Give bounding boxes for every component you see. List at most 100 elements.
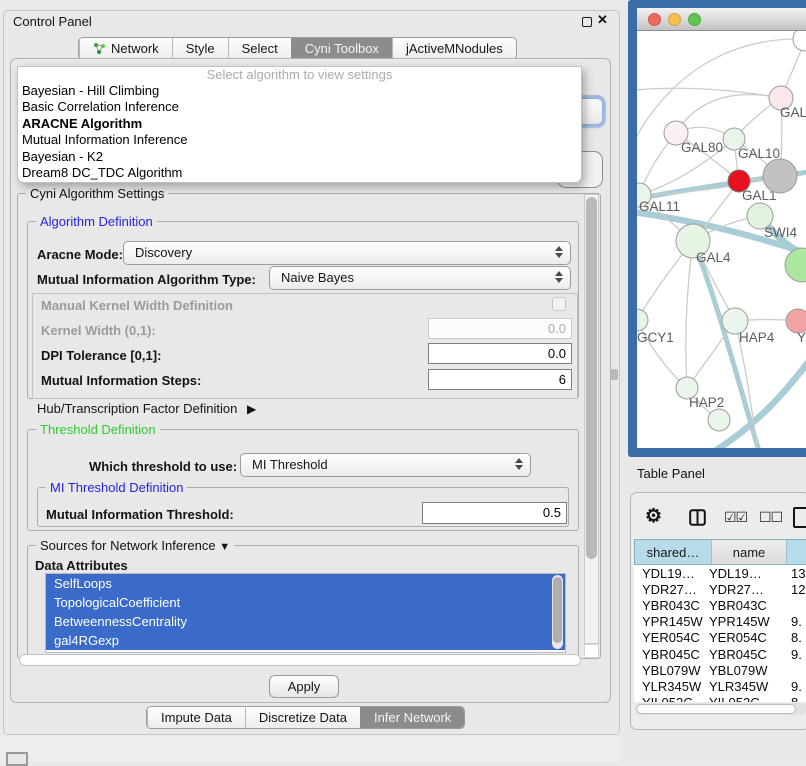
dpi-tolerance-field[interactable]: 0.0 [428, 343, 572, 364]
mi-threshold-field[interactable]: 0.5 [422, 502, 567, 524]
network-node[interactable] [763, 159, 797, 193]
algorithm-item[interactable]: ARACNE Algorithm [18, 116, 581, 132]
data-attributes-label: Data Attributes [35, 558, 128, 573]
cell-shared-name: YPR145W [642, 614, 709, 629]
cell-shared-name: YIL052C [642, 695, 709, 702]
columns-icon[interactable] [689, 509, 706, 531]
tab[interactable]: Network [79, 38, 172, 59]
float-icon[interactable] [582, 17, 592, 27]
scrollbar-corner [584, 644, 599, 658]
column-header[interactable] [787, 540, 806, 564]
column-header[interactable]: shared… [635, 540, 712, 564]
which-threshold-combo[interactable]: MI Threshold [240, 453, 531, 477]
checked-checkboxes-icon[interactable]: ☑☑ [724, 509, 747, 526]
cell-value: 9. [791, 614, 802, 629]
dock-icon[interactable] [6, 752, 28, 766]
list-item[interactable]: SelfLoops [46, 574, 565, 593]
table-panel-title: Table Panel [637, 466, 705, 481]
data-attributes-list[interactable]: SelfLoopsTopologicalCoefficientBetweenne… [45, 573, 566, 653]
tab[interactable]: Infer Network [360, 707, 464, 728]
cell-value: 9. [791, 679, 802, 694]
table-row[interactable]: YBR045C YBR045C 9. [634, 646, 806, 662]
cell-shared-name: YBR043C [642, 598, 709, 613]
tab-label: Impute Data [161, 710, 232, 725]
column-header[interactable]: name [712, 540, 787, 564]
tab[interactable]: jActiveMNodules [392, 38, 516, 59]
algorithm-item[interactable]: Bayesian - Hill Climbing [18, 83, 581, 99]
tab[interactable]: Style [172, 38, 228, 59]
node-label: Y [797, 330, 806, 345]
close-icon[interactable]: ✕ [597, 12, 608, 28]
network-node[interactable] [708, 409, 730, 431]
list-item[interactable]: BetweennessCentrality [46, 612, 565, 631]
tab[interactable]: Cyni Toolbox [291, 38, 392, 59]
network-icon [93, 42, 106, 55]
tab[interactable]: Discretize Data [245, 707, 360, 728]
cell-value: 8 [791, 695, 798, 702]
cell-name: YDR27… [709, 582, 791, 597]
node-label: HAP4 [739, 330, 775, 345]
cell-shared-name: YBL079W [642, 663, 709, 678]
sources-title-text: Sources for Network Inference [40, 538, 216, 553]
network-canvas[interactable]: GALGAL80GAL10GAL1GAL11SWI4GAL4GCY1HAP4YH… [637, 31, 806, 448]
network-view-window: GALGAL80GAL10GAL1GAL11SWI4GAL4GCY1HAP4YH… [628, 0, 806, 457]
node-label: GAL11 [639, 199, 680, 214]
window-close-button[interactable] [648, 13, 661, 26]
list-item[interactable]: gal4RGexp [46, 631, 565, 650]
table-horizontal-scrollbar[interactable] [635, 703, 806, 715]
table-row[interactable]: YDL19… YDL19… 13 [634, 565, 806, 581]
tab[interactable]: Impute Data [147, 707, 245, 728]
cell-value: 12 [791, 582, 805, 597]
apply-button[interactable]: Apply [269, 675, 339, 698]
hub-section-toggle[interactable]: Hub/Transcription Factor Definition ▶ [37, 401, 256, 416]
mi-type-combo[interactable]: Naive Bayes [269, 266, 571, 290]
node-label: GAL80 [681, 140, 723, 155]
sources-group-title[interactable]: Sources for Network Inference ▼ [36, 538, 234, 553]
network-edge[interactable] [676, 95, 781, 133]
algorithm-item[interactable]: Basic Correlation Inference [18, 99, 581, 115]
network-node[interactable] [785, 248, 806, 282]
mi-steps-field[interactable]: 6 [428, 369, 572, 390]
algorithm-item[interactable]: Mutual Information Inference [18, 132, 581, 148]
algorithm-definition-title: Algorithm Definition [36, 214, 157, 229]
algorithm-item[interactable]: Dream8 DC_TDC Algorithm [18, 165, 581, 181]
table-row[interactable]: YDR27… YDR27… 12 [634, 581, 806, 597]
document-icon[interactable] [793, 507, 806, 528]
kernel-width-field: 0.0 [428, 318, 572, 339]
splitter-handle[interactable] [611, 369, 618, 380]
gear-icon[interactable]: ⚙ [645, 505, 662, 528]
table-row[interactable]: YBL079W YBL079W [634, 662, 806, 678]
cell-value: 9. [791, 647, 802, 662]
list-scrollbar[interactable] [552, 575, 563, 649]
node-label: GAL10 [738, 146, 780, 161]
mi-type-value: Naive Bayes [281, 270, 354, 285]
settings-horizontal-scrollbar[interactable] [19, 654, 581, 666]
network-node[interactable] [793, 31, 806, 51]
unchecked-checkboxes-icon[interactable]: ☐☐ [759, 509, 782, 526]
network-edge[interactable] [637, 88, 781, 98]
network-edge[interactable] [686, 241, 693, 388]
node-label: SWI4 [764, 225, 797, 240]
table-row[interactable]: YER054C YER054C 8. [634, 630, 806, 646]
threshold-definition-title: Threshold Definition [36, 422, 160, 437]
tab[interactable]: Select [228, 38, 291, 59]
manual-kernel-checkbox [552, 297, 566, 311]
settings-vertical-scrollbar[interactable] [584, 194, 599, 644]
table-row[interactable]: YLR345W YLR345W 9. [634, 678, 806, 694]
network-window-titlebar[interactable] [637, 8, 806, 31]
combo-stepper-icon [555, 271, 563, 283]
table-row[interactable]: YPR145W YPR145W 9. [634, 614, 806, 630]
table-row[interactable]: YIL052C YIL052C 8 [634, 695, 806, 703]
algorithm-item[interactable]: Bayesian - K2 [18, 149, 581, 165]
network-node[interactable] [637, 309, 648, 331]
window-minimize-button[interactable] [668, 13, 681, 26]
table-row[interactable]: YBR043C YBR043C [634, 597, 806, 613]
tab-label: Style [186, 41, 215, 56]
window-zoom-button[interactable] [688, 13, 701, 26]
kernel-width-label: Kernel Width (0,1): [41, 323, 156, 338]
cell-name: YPR145W [709, 614, 791, 629]
list-item[interactable]: TopologicalCoefficient [46, 593, 565, 612]
hub-section-label: Hub/Transcription Factor Definition [37, 401, 237, 416]
cell-shared-name: YER054C [642, 630, 709, 645]
aracne-mode-combo[interactable]: Discovery [123, 241, 571, 265]
